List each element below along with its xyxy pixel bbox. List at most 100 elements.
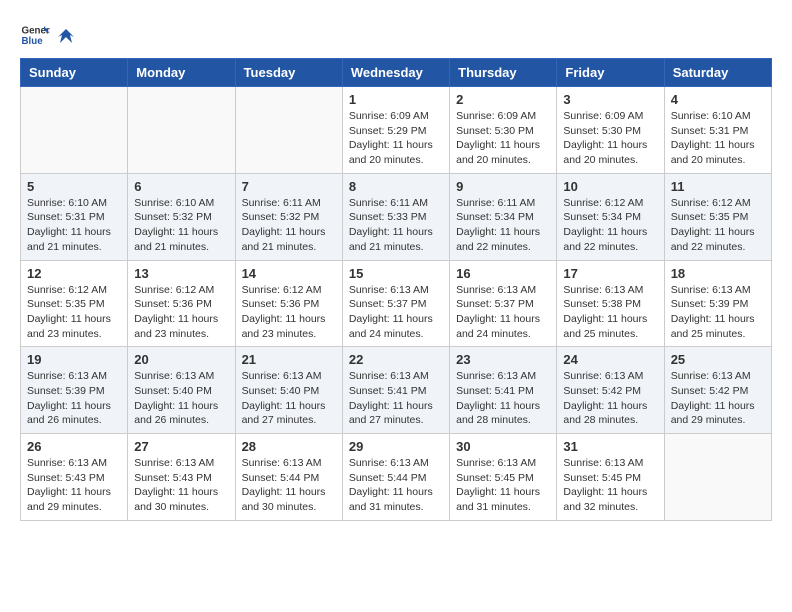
day-content: Sunrise: 6:11 AM Sunset: 5:34 PM Dayligh… <box>456 196 550 255</box>
day-number: 6 <box>134 179 228 194</box>
calendar-day-cell: 12 Sunrise: 6:12 AM Sunset: 5:35 PM Dayli… <box>21 260 128 347</box>
day-content: Sunrise: 6:13 AM Sunset: 5:44 PM Dayligh… <box>349 456 443 515</box>
calendar-day-cell: 22 Sunrise: 6:13 AM Sunset: 5:41 PM Dayli… <box>342 347 449 434</box>
day-content: Sunrise: 6:13 AM Sunset: 5:44 PM Dayligh… <box>242 456 336 515</box>
day-number: 27 <box>134 439 228 454</box>
day-content: Sunrise: 6:12 AM Sunset: 5:36 PM Dayligh… <box>134 283 228 342</box>
calendar-empty-cell <box>664 434 771 521</box>
day-number: 15 <box>349 266 443 281</box>
day-content: Sunrise: 6:13 AM Sunset: 5:39 PM Dayligh… <box>671 283 765 342</box>
day-number: 17 <box>563 266 657 281</box>
day-content: Sunrise: 6:12 AM Sunset: 5:35 PM Dayligh… <box>27 283 121 342</box>
day-content: Sunrise: 6:13 AM Sunset: 5:45 PM Dayligh… <box>563 456 657 515</box>
day-number: 2 <box>456 92 550 107</box>
day-content: Sunrise: 6:11 AM Sunset: 5:32 PM Dayligh… <box>242 196 336 255</box>
day-number: 11 <box>671 179 765 194</box>
calendar-day-cell: 7 Sunrise: 6:11 AM Sunset: 5:32 PM Daylig… <box>235 173 342 260</box>
weekday-header-sunday: Sunday <box>21 59 128 87</box>
logo: General Blue <box>20 20 76 50</box>
calendar-day-cell: 17 Sunrise: 6:13 AM Sunset: 5:38 PM Dayli… <box>557 260 664 347</box>
calendar-week-row: 26 Sunrise: 6:13 AM Sunset: 5:43 PM Dayli… <box>21 434 772 521</box>
calendar-day-cell: 2 Sunrise: 6:09 AM Sunset: 5:30 PM Daylig… <box>450 87 557 174</box>
calendar-day-cell: 31 Sunrise: 6:13 AM Sunset: 5:45 PM Dayli… <box>557 434 664 521</box>
day-content: Sunrise: 6:13 AM Sunset: 5:39 PM Dayligh… <box>27 369 121 428</box>
day-content: Sunrise: 6:13 AM Sunset: 5:40 PM Dayligh… <box>242 369 336 428</box>
calendar-day-cell: 18 Sunrise: 6:13 AM Sunset: 5:39 PM Dayli… <box>664 260 771 347</box>
weekday-header-monday: Monday <box>128 59 235 87</box>
calendar-empty-cell <box>21 87 128 174</box>
day-content: Sunrise: 6:10 AM Sunset: 5:31 PM Dayligh… <box>27 196 121 255</box>
calendar-empty-cell <box>235 87 342 174</box>
calendar-day-cell: 10Sunrise: 6:12 AM Sunset: 5:34 PM Dayli… <box>557 173 664 260</box>
svg-text:Blue: Blue <box>22 36 44 47</box>
day-content: Sunrise: 6:10 AM Sunset: 5:32 PM Dayligh… <box>134 196 228 255</box>
day-number: 1 <box>349 92 443 107</box>
calendar-day-cell: 14 Sunrise: 6:12 AM Sunset: 5:36 PM Dayli… <box>235 260 342 347</box>
calendar-week-row: 1 Sunrise: 6:09 AM Sunset: 5:29 PM Daylig… <box>21 87 772 174</box>
day-content: Sunrise: 6:12 AM Sunset: 5:35 PM Dayligh… <box>671 196 765 255</box>
calendar-day-cell: 8 Sunrise: 6:11 AM Sunset: 5:33 PM Daylig… <box>342 173 449 260</box>
day-content: Sunrise: 6:10 AM Sunset: 5:31 PM Dayligh… <box>671 109 765 168</box>
day-content: Sunrise: 6:09 AM Sunset: 5:30 PM Dayligh… <box>563 109 657 168</box>
day-content: Sunrise: 6:11 AM Sunset: 5:33 PM Dayligh… <box>349 196 443 255</box>
day-number: 21 <box>242 352 336 367</box>
day-content: Sunrise: 6:13 AM Sunset: 5:42 PM Dayligh… <box>563 369 657 428</box>
calendar-week-row: 5 Sunrise: 6:10 AM Sunset: 5:31 PM Daylig… <box>21 173 772 260</box>
day-number: 25 <box>671 352 765 367</box>
day-number: 8 <box>349 179 443 194</box>
day-number: 9 <box>456 179 550 194</box>
day-number: 3 <box>563 92 657 107</box>
day-number: 22 <box>349 352 443 367</box>
day-content: Sunrise: 6:13 AM Sunset: 5:38 PM Dayligh… <box>563 283 657 342</box>
day-content: Sunrise: 6:09 AM Sunset: 5:30 PM Dayligh… <box>456 109 550 168</box>
calendar-day-cell: 11 Sunrise: 6:12 AM Sunset: 5:35 PM Dayli… <box>664 173 771 260</box>
day-number: 18 <box>671 266 765 281</box>
calendar-week-row: 12 Sunrise: 6:12 AM Sunset: 5:35 PM Dayli… <box>21 260 772 347</box>
calendar-day-cell: 5 Sunrise: 6:10 AM Sunset: 5:31 PM Daylig… <box>21 173 128 260</box>
calendar-day-cell: 15Sunrise: 6:13 AM Sunset: 5:37 PM Dayli… <box>342 260 449 347</box>
day-number: 7 <box>242 179 336 194</box>
day-number: 5 <box>27 179 121 194</box>
calendar-day-cell: 24 Sunrise: 6:13 AM Sunset: 5:42 PM Dayli… <box>557 347 664 434</box>
weekday-header-thursday: Thursday <box>450 59 557 87</box>
day-number: 30 <box>456 439 550 454</box>
page-header: General Blue <box>20 20 772 50</box>
calendar-day-cell: 27 Sunrise: 6:13 AM Sunset: 5:43 PM Dayli… <box>128 434 235 521</box>
day-content: Sunrise: 6:13 AM Sunset: 5:37 PM Dayligh… <box>456 283 550 342</box>
calendar-day-cell: 9 Sunrise: 6:11 AM Sunset: 5:34 PM Daylig… <box>450 173 557 260</box>
day-number: 26 <box>27 439 121 454</box>
logo-icon: General Blue <box>20 20 50 50</box>
weekday-header-tuesday: Tuesday <box>235 59 342 87</box>
day-number: 13 <box>134 266 228 281</box>
calendar-table: SundayMondayTuesdayWednesdayThursdayFrid… <box>20 58 772 521</box>
day-number: 29 <box>349 439 443 454</box>
calendar-day-cell: 28Sunrise: 6:13 AM Sunset: 5:44 PM Dayli… <box>235 434 342 521</box>
day-number: 16 <box>456 266 550 281</box>
day-number: 4 <box>671 92 765 107</box>
calendar-day-cell: 4 Sunrise: 6:10 AM Sunset: 5:31 PM Daylig… <box>664 87 771 174</box>
day-content: Sunrise: 6:12 AM Sunset: 5:34 PM Dayligh… <box>563 196 657 255</box>
day-number: 19 <box>27 352 121 367</box>
day-number: 12 <box>27 266 121 281</box>
weekday-header-wednesday: Wednesday <box>342 59 449 87</box>
calendar-day-cell: 19 Sunrise: 6:13 AM Sunset: 5:39 PM Dayli… <box>21 347 128 434</box>
day-content: Sunrise: 6:13 AM Sunset: 5:40 PM Dayligh… <box>134 369 228 428</box>
day-content: Sunrise: 6:13 AM Sunset: 5:43 PM Dayligh… <box>134 456 228 515</box>
calendar-day-cell: 26 Sunrise: 6:13 AM Sunset: 5:43 PM Dayli… <box>21 434 128 521</box>
day-number: 24 <box>563 352 657 367</box>
day-number: 23 <box>456 352 550 367</box>
day-content: Sunrise: 6:13 AM Sunset: 5:41 PM Dayligh… <box>349 369 443 428</box>
day-content: Sunrise: 6:13 AM Sunset: 5:43 PM Dayligh… <box>27 456 121 515</box>
calendar-day-cell: 20Sunrise: 6:13 AM Sunset: 5:40 PM Dayli… <box>128 347 235 434</box>
day-content: Sunrise: 6:09 AM Sunset: 5:29 PM Dayligh… <box>349 109 443 168</box>
calendar-day-cell: 13 Sunrise: 6:12 AM Sunset: 5:36 PM Dayli… <box>128 260 235 347</box>
day-number: 31 <box>563 439 657 454</box>
calendar-day-cell: 3 Sunrise: 6:09 AM Sunset: 5:30 PM Daylig… <box>557 87 664 174</box>
weekday-header-friday: Friday <box>557 59 664 87</box>
logo-bird-icon <box>56 25 76 45</box>
calendar-day-cell: 25Sunrise: 6:13 AM Sunset: 5:42 PM Dayli… <box>664 347 771 434</box>
calendar-day-cell: 29 Sunrise: 6:13 AM Sunset: 5:44 PM Dayli… <box>342 434 449 521</box>
calendar-empty-cell <box>128 87 235 174</box>
day-number: 14 <box>242 266 336 281</box>
day-content: Sunrise: 6:12 AM Sunset: 5:36 PM Dayligh… <box>242 283 336 342</box>
